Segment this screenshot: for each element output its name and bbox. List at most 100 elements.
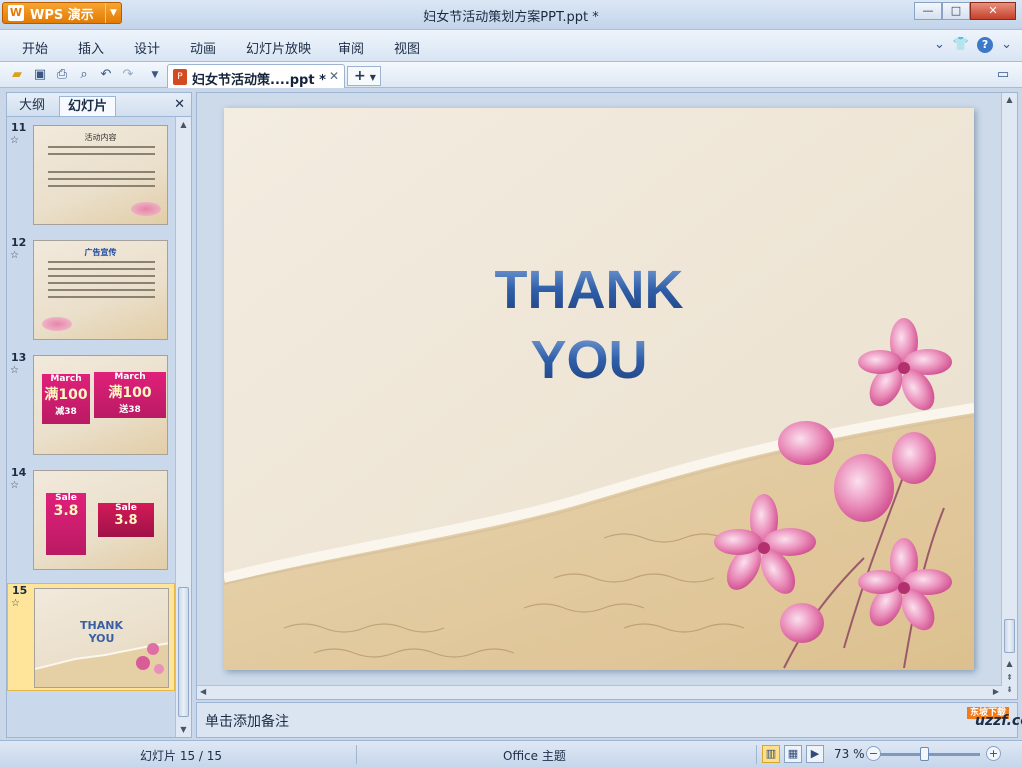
sale-poster-value: 3.8	[53, 503, 79, 519]
scroll-right-icon[interactable]: ▶	[993, 687, 999, 696]
slide-sorter-button[interactable]: ▦	[784, 745, 802, 763]
undo-icon[interactable]: ↶	[97, 66, 115, 84]
tab-outline[interactable]: 大纲	[11, 96, 53, 116]
animation-star-icon: ☆	[10, 250, 19, 261]
status-bar: 幻灯片 15 / 15 Office 主题 ▥ ▦ ▶ 73 % − +	[0, 740, 1022, 767]
close-button[interactable]: ✕	[970, 2, 1016, 20]
menu-design[interactable]: 设计	[134, 38, 160, 57]
zoom-in-button[interactable]: +	[986, 746, 1001, 761]
animation-star-icon: ☆	[10, 480, 19, 491]
layout-switch-icon[interactable]: ▭	[994, 66, 1012, 84]
new-tab-button[interactable]: + ▼	[347, 66, 381, 86]
slide-thumbnail[interactable]: 活动内容	[33, 125, 168, 225]
zoom-out-button[interactable]: −	[866, 746, 881, 761]
minimize-button[interactable]: —	[914, 2, 942, 20]
ppt-file-icon: P	[173, 69, 187, 85]
slide-thumbnail[interactable]: Sale 3.8 Sale 3.8	[33, 470, 168, 570]
normal-view-button[interactable]: ▥	[762, 745, 780, 763]
maximize-button[interactable]: □	[942, 2, 970, 20]
promo-card-value: 满100	[44, 387, 88, 403]
slide-thumbnail[interactable]: 广告宣传	[33, 240, 168, 340]
slide-number: 12	[11, 236, 27, 249]
promo-card-head: March	[114, 372, 146, 382]
notes-pane[interactable]: 单击添加备注 东坡下载uzzf.com	[196, 702, 1022, 738]
scroll-up-icon[interactable]: ▲	[176, 117, 191, 132]
help-dropdown-icon[interactable]: ⌄	[1001, 37, 1012, 53]
thumbnail-scrollbar[interactable]: ▲ ▼	[175, 117, 191, 737]
thumbnail-text-lines	[34, 261, 167, 298]
scrollbar-thumb[interactable]	[178, 587, 189, 717]
torn-paper-decoration	[35, 642, 168, 687]
menu-slideshow[interactable]: 幻灯片放映	[246, 38, 311, 57]
slide-thumbnail[interactable]: THANK YOU	[34, 588, 169, 688]
scroll-up-icon[interactable]: ▲	[1002, 95, 1017, 104]
close-tab-icon[interactable]: ✕	[329, 69, 339, 83]
slide-thumbnail-row[interactable]: 13 ☆ March 满100 减38 March 满100 送38	[7, 351, 175, 459]
menu-animation[interactable]: 动画	[190, 38, 216, 57]
help-icon[interactable]: ?	[977, 37, 994, 53]
next-slide-icon[interactable]: ⇟	[1002, 685, 1017, 694]
zoom-slider-thumb[interactable]	[920, 747, 929, 761]
tab-slides[interactable]: 幻灯片	[59, 96, 117, 116]
promo-card: March 满100 减38	[42, 374, 90, 424]
menu-bar: 开始 插入 设计 动画 幻灯片放映 审阅 视图 ⌄ 👕 ? ⌄	[0, 30, 1022, 62]
collapse-ribbon-icon[interactable]: ⌄	[934, 37, 945, 53]
thumbnail-title: 广告宣传	[84, 248, 117, 257]
menu-insert[interactable]: 插入	[78, 38, 104, 57]
open-folder-icon[interactable]: ▰	[8, 66, 26, 84]
menu-review[interactable]: 审阅	[338, 38, 364, 57]
slide-vertical-scrollbar[interactable]: ▲ ▲ ⇞ ⇟	[1001, 93, 1017, 699]
zoom-slider-track[interactable]	[880, 753, 980, 756]
scroll-left-icon[interactable]: ◀	[200, 687, 206, 696]
scroll-down-icon[interactable]: ▼	[176, 722, 191, 737]
sale-poster-head: Sale	[55, 493, 77, 503]
animation-star-icon: ☆	[11, 598, 20, 609]
sale-banner: Sale 3.8	[98, 503, 154, 537]
promo-card-head: March	[50, 374, 82, 384]
dropdown-icon[interactable]: ▼	[146, 66, 164, 84]
promo-card-sub: 减38	[55, 407, 77, 417]
skin-shirt-icon[interactable]: 👕	[953, 37, 969, 53]
plus-icon: +	[354, 68, 366, 84]
slideshow-button[interactable]: ▶	[806, 745, 824, 763]
watermark-text: uzzf.com	[974, 713, 1022, 729]
sale-banner-value: 3.8	[114, 513, 138, 528]
divider	[756, 745, 757, 764]
document-tab[interactable]: P 妇女节活动策....ppt * ✕	[167, 64, 345, 88]
scrollbar-thumb[interactable]	[1004, 619, 1015, 653]
print-icon[interactable]: ⎙	[53, 66, 71, 84]
theme-name: Office 主题	[503, 749, 566, 763]
current-slide[interactable]: THANK YOU	[224, 108, 974, 670]
sale-banner-head: Sale	[115, 503, 137, 513]
animation-star-icon: ☆	[10, 135, 19, 146]
print-preview-icon[interactable]: ⌕	[75, 66, 93, 84]
save-icon[interactable]: ▣	[31, 66, 49, 84]
notes-placeholder[interactable]: 单击添加备注	[205, 711, 289, 731]
slide-thumbnail-row[interactable]: 15 ☆ THANK YOU	[7, 583, 175, 691]
promo-card-value: 满100	[108, 385, 152, 401]
divider	[356, 745, 357, 764]
slide-text-thank[interactable]: THANK	[495, 260, 684, 320]
title-bar: W WPS 演示 ▼ 妇女节活动策划方案PPT.ppt * — □ ✕	[0, 0, 1022, 30]
menu-view[interactable]: 视图	[394, 38, 420, 57]
thumbnail-title: 活动内容	[84, 133, 117, 142]
slide-thumbnail[interactable]: March 满100 减38 March 满100 送38	[33, 355, 168, 455]
slide-thumbnail-row[interactable]: 11 ☆ 活动内容	[7, 121, 175, 229]
redo-icon[interactable]: ↷	[119, 66, 137, 84]
close-pane-icon[interactable]: ✕	[174, 97, 185, 112]
thumbnail-text-lines	[34, 146, 167, 187]
zoom-level: 73 %	[834, 747, 865, 761]
previous-slide-icon[interactable]: ⇞	[1002, 673, 1017, 682]
promo-card-sub: 送38	[119, 405, 141, 415]
document-tab-label: 妇女节活动策....ppt *	[192, 73, 326, 88]
animation-star-icon: ☆	[10, 365, 19, 376]
slide-text-you[interactable]: YOU	[530, 330, 647, 390]
window-title: 妇女节活动策划方案PPT.ppt *	[423, 10, 599, 25]
slide-thumbnail-row[interactable]: 14 ☆ Sale 3.8 Sale 3.8	[7, 466, 175, 574]
quick-access-toolbar: ▰ ▣ ⎙ ⌕ ↶ ↷ ▼ P 妇女节活动策....ppt * ✕ + ▼ ▭	[0, 62, 1022, 88]
menu-home[interactable]: 开始	[22, 38, 48, 57]
scroll-up-icon[interactable]: ▲	[1002, 659, 1017, 668]
chevron-down-icon: ▼	[369, 73, 376, 82]
slide-thumbnail-row[interactable]: 12 ☆ 广告宣传	[7, 236, 175, 344]
slide-horizontal-scrollbar[interactable]: ◀ ▶	[197, 685, 1002, 699]
